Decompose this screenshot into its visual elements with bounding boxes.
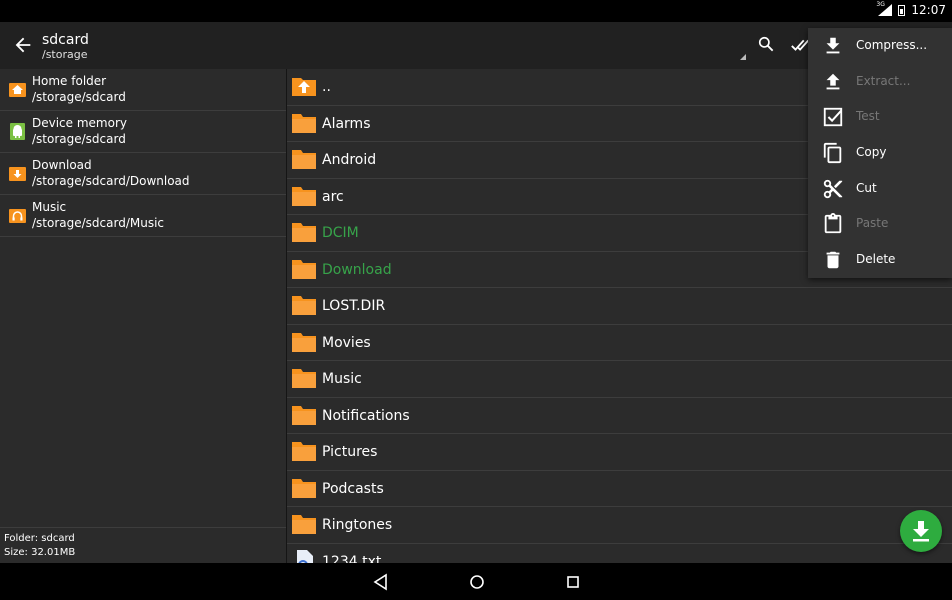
file-row[interactable]: 1234.txt [287,544,952,564]
file-row[interactable]: Notifications [287,398,952,434]
file-name: Music [322,371,362,387]
file-name: Notifications [322,407,410,424]
paste-icon [822,213,844,235]
folder-icon [291,440,317,462]
menu-item-cut[interactable]: Cut [808,171,952,207]
file-name: Ringtones [322,517,393,533]
file-name: DCIM [322,225,359,241]
folder-icon [291,477,317,499]
place-name: Music [32,200,67,214]
file-name: Alarms [322,115,371,132]
toolbar-title: sdcard [42,32,89,48]
toolbar-path: /storage [42,48,88,61]
test-icon [822,106,844,128]
folder-icon [291,367,317,389]
menu-item-label: Test [856,109,880,124]
file-row[interactable]: LOST.DIR [287,288,952,325]
file-name: .. [322,79,331,95]
text-file-icon [291,549,317,563]
menu-item-label: Extract... [856,73,911,88]
place-item-download[interactable]: Download /storage/sdcard/Download [0,153,286,195]
file-row[interactable]: Pictures [287,434,952,471]
menu-item-label: Paste [856,216,889,231]
download-folder-icon [9,165,26,182]
download-icon [913,521,929,542]
file-row[interactable]: Ringtones [287,507,952,544]
folder-icon [291,185,317,207]
signal-icon: 3G [876,1,893,16]
file-name: Movies [322,334,371,351]
folder-icon [291,331,317,353]
home-icon [9,81,26,98]
file-name: LOST.DIR [322,298,386,314]
parent-folder-icon [291,75,317,97]
place-name: Download [32,158,92,172]
music-folder-icon [9,207,26,224]
search-icon[interactable] [756,34,778,56]
extract-here-fab[interactable] [900,510,942,552]
menu-item-paste[interactable]: Paste [808,206,952,242]
folder-icon [291,258,317,280]
overflow-corner-indicator [740,54,746,60]
delete-icon [822,249,844,271]
folder-icon [291,221,317,243]
menu-item-extract[interactable]: Extract... [808,64,952,100]
folder-icon [291,404,317,426]
place-path: /storage/sdcard/Music [32,216,165,230]
folder-icon [291,513,317,535]
menu-item-label: Compress... [856,38,928,52]
place-name: Home folder [32,74,107,88]
menu-item-label: Cut [856,180,877,195]
copy-icon [822,142,844,164]
nav-back-icon[interactable] [372,573,390,591]
screen: 3G 12:07 sdcard /storage Home folder /st… [0,0,952,600]
status-bar: 3G 12:07 [0,0,952,22]
android-icon [9,123,26,140]
file-name: Podcasts [322,480,384,497]
file-name: Android [322,152,377,168]
back-arrow-icon[interactable] [12,34,34,56]
menu-item-label: Copy [856,145,887,160]
cut-icon [822,178,844,200]
folder-icon [291,294,317,316]
extract-icon [822,71,844,93]
place-item-music[interactable]: Music /storage/sdcard/Music [0,195,286,237]
place-item-home[interactable]: Home folder /storage/sdcard [0,69,286,111]
file-name: Download [322,261,392,278]
places-panel: Home folder /storage/sdcard Device memor… [0,69,287,563]
place-name: Device memory [32,116,127,130]
place-path: /storage/sdcard [32,90,126,104]
file-name: 1234.txt [322,553,382,564]
file-row[interactable]: Music [287,361,952,398]
menu-item-copy[interactable]: Copy [808,135,952,171]
place-item-device-memory[interactable]: Device memory /storage/sdcard [0,111,286,153]
folder-info: Folder: sdcard Size: 32.01MB [0,527,286,563]
network-type: 3G [876,1,885,8]
menu-item-test[interactable]: Test [808,99,952,135]
menu-item-delete[interactable]: Delete [808,242,952,278]
folder-icon [291,148,317,170]
file-row[interactable]: Movies [287,325,952,361]
file-name: Pictures [322,444,378,460]
nav-recents-icon[interactable] [564,573,582,591]
nav-home-icon[interactable] [468,573,486,591]
navigation-bar [0,563,952,600]
file-name: arc [322,188,344,205]
folder-icon [291,112,317,134]
menu-item-label: Delete [856,252,896,267]
menu-item-compress[interactable]: Compress... [808,28,952,64]
folder-size-info: Size: 32.01MB [4,547,76,558]
file-row[interactable]: Podcasts [287,471,952,507]
place-path: /storage/sdcard/Download [32,174,190,188]
battery-icon [898,4,906,16]
place-path: /storage/sdcard [32,132,126,146]
clock: 12:07 [911,3,946,17]
context-menu: Compress... Extract... Test Copy Cut Pas… [808,28,952,278]
folder-name-info: Folder: sdcard [4,533,75,544]
compress-icon [822,35,844,57]
